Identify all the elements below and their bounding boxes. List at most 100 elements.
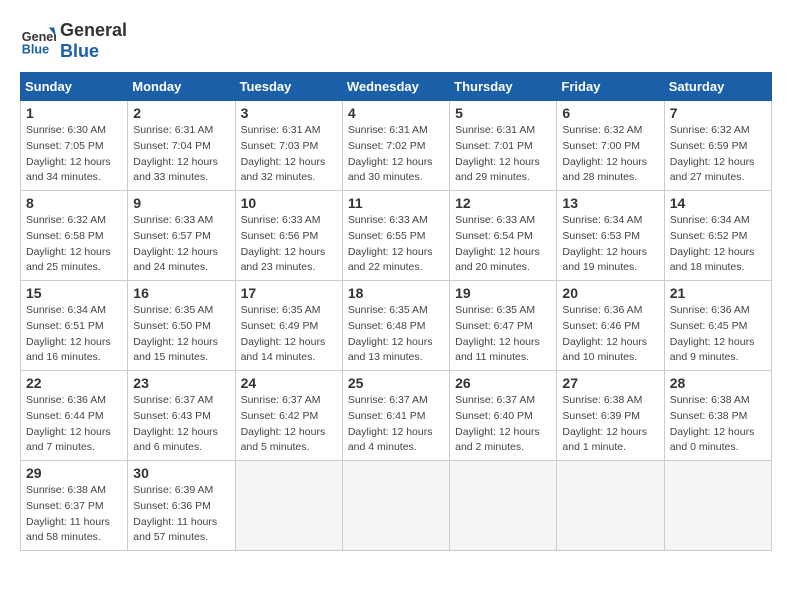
weekday-header-wednesday: Wednesday [342, 73, 449, 101]
day-number: 16 [133, 285, 229, 301]
day-number: 13 [562, 195, 658, 211]
day-info: Sunrise: 6:32 AMSunset: 6:59 PMDaylight:… [670, 124, 755, 183]
day-number: 7 [670, 105, 766, 121]
weekday-header-tuesday: Tuesday [235, 73, 342, 101]
day-number: 27 [562, 375, 658, 391]
day-info: Sunrise: 6:36 AMSunset: 6:46 PMDaylight:… [562, 304, 647, 363]
day-info: Sunrise: 6:34 AMSunset: 6:52 PMDaylight:… [670, 214, 755, 273]
calendar-day-4: 4 Sunrise: 6:31 AMSunset: 7:02 PMDayligh… [342, 101, 449, 191]
calendar-day-9: 9 Sunrise: 6:33 AMSunset: 6:57 PMDayligh… [128, 191, 235, 281]
day-number: 26 [455, 375, 551, 391]
weekday-header-sunday: Sunday [21, 73, 128, 101]
day-number: 21 [670, 285, 766, 301]
logo: General Blue General Blue [20, 20, 127, 62]
day-info: Sunrise: 6:35 AMSunset: 6:49 PMDaylight:… [241, 304, 326, 363]
day-info: Sunrise: 6:37 AMSunset: 6:43 PMDaylight:… [133, 394, 218, 453]
calendar-day-28: 28 Sunrise: 6:38 AMSunset: 6:38 PMDaylig… [664, 371, 771, 461]
calendar-day-6: 6 Sunrise: 6:32 AMSunset: 7:00 PMDayligh… [557, 101, 664, 191]
day-number: 2 [133, 105, 229, 121]
day-info: Sunrise: 6:32 AMSunset: 6:58 PMDaylight:… [26, 214, 111, 273]
svg-text:Blue: Blue [22, 43, 49, 57]
calendar-day-24: 24 Sunrise: 6:37 AMSunset: 6:42 PMDaylig… [235, 371, 342, 461]
day-info: Sunrise: 6:30 AMSunset: 7:05 PMDaylight:… [26, 124, 111, 183]
calendar-day-13: 13 Sunrise: 6:34 AMSunset: 6:53 PMDaylig… [557, 191, 664, 281]
empty-cell [235, 461, 342, 551]
calendar-day-10: 10 Sunrise: 6:33 AMSunset: 6:56 PMDaylig… [235, 191, 342, 281]
calendar-day-3: 3 Sunrise: 6:31 AMSunset: 7:03 PMDayligh… [235, 101, 342, 191]
logo-general: General [60, 20, 127, 41]
day-info: Sunrise: 6:39 AMSunset: 6:36 PMDaylight:… [133, 484, 217, 543]
day-number: 17 [241, 285, 337, 301]
day-number: 3 [241, 105, 337, 121]
calendar-day-26: 26 Sunrise: 6:37 AMSunset: 6:40 PMDaylig… [450, 371, 557, 461]
calendar-day-16: 16 Sunrise: 6:35 AMSunset: 6:50 PMDaylig… [128, 281, 235, 371]
calendar-day-8: 8 Sunrise: 6:32 AMSunset: 6:58 PMDayligh… [21, 191, 128, 281]
day-number: 10 [241, 195, 337, 211]
day-info: Sunrise: 6:33 AMSunset: 6:57 PMDaylight:… [133, 214, 218, 273]
day-number: 9 [133, 195, 229, 211]
calendar-day-2: 2 Sunrise: 6:31 AMSunset: 7:04 PMDayligh… [128, 101, 235, 191]
day-number: 15 [26, 285, 122, 301]
day-info: Sunrise: 6:35 AMSunset: 6:50 PMDaylight:… [133, 304, 218, 363]
calendar-day-20: 20 Sunrise: 6:36 AMSunset: 6:46 PMDaylig… [557, 281, 664, 371]
day-number: 19 [455, 285, 551, 301]
day-info: Sunrise: 6:34 AMSunset: 6:53 PMDaylight:… [562, 214, 647, 273]
day-info: Sunrise: 6:35 AMSunset: 6:47 PMDaylight:… [455, 304, 540, 363]
day-number: 24 [241, 375, 337, 391]
weekday-header-monday: Monday [128, 73, 235, 101]
logo-blue: Blue [60, 41, 127, 62]
calendar-day-23: 23 Sunrise: 6:37 AMSunset: 6:43 PMDaylig… [128, 371, 235, 461]
calendar-day-27: 27 Sunrise: 6:38 AMSunset: 6:39 PMDaylig… [557, 371, 664, 461]
day-number: 11 [348, 195, 444, 211]
day-number: 8 [26, 195, 122, 211]
day-number: 12 [455, 195, 551, 211]
calendar-day-29: 29 Sunrise: 6:38 AMSunset: 6:37 PMDaylig… [21, 461, 128, 551]
day-info: Sunrise: 6:38 AMSunset: 6:37 PMDaylight:… [26, 484, 110, 543]
day-info: Sunrise: 6:33 AMSunset: 6:56 PMDaylight:… [241, 214, 326, 273]
calendar-day-7: 7 Sunrise: 6:32 AMSunset: 6:59 PMDayligh… [664, 101, 771, 191]
day-info: Sunrise: 6:38 AMSunset: 6:38 PMDaylight:… [670, 394, 755, 453]
day-info: Sunrise: 6:37 AMSunset: 6:40 PMDaylight:… [455, 394, 540, 453]
day-number: 30 [133, 465, 229, 481]
day-info: Sunrise: 6:37 AMSunset: 6:41 PMDaylight:… [348, 394, 433, 453]
day-info: Sunrise: 6:31 AMSunset: 7:03 PMDaylight:… [241, 124, 326, 183]
day-info: Sunrise: 6:31 AMSunset: 7:04 PMDaylight:… [133, 124, 218, 183]
weekday-header-thursday: Thursday [450, 73, 557, 101]
calendar-day-12: 12 Sunrise: 6:33 AMSunset: 6:54 PMDaylig… [450, 191, 557, 281]
calendar-day-5: 5 Sunrise: 6:31 AMSunset: 7:01 PMDayligh… [450, 101, 557, 191]
day-number: 29 [26, 465, 122, 481]
calendar-day-14: 14 Sunrise: 6:34 AMSunset: 6:52 PMDaylig… [664, 191, 771, 281]
day-number: 25 [348, 375, 444, 391]
calendar-day-17: 17 Sunrise: 6:35 AMSunset: 6:49 PMDaylig… [235, 281, 342, 371]
empty-cell [342, 461, 449, 551]
calendar-day-1: 1 Sunrise: 6:30 AMSunset: 7:05 PMDayligh… [21, 101, 128, 191]
day-info: Sunrise: 6:33 AMSunset: 6:54 PMDaylight:… [455, 214, 540, 273]
day-number: 28 [670, 375, 766, 391]
day-info: Sunrise: 6:36 AMSunset: 6:44 PMDaylight:… [26, 394, 111, 453]
day-number: 1 [26, 105, 122, 121]
weekday-header-saturday: Saturday [664, 73, 771, 101]
day-info: Sunrise: 6:36 AMSunset: 6:45 PMDaylight:… [670, 304, 755, 363]
day-number: 14 [670, 195, 766, 211]
calendar-day-18: 18 Sunrise: 6:35 AMSunset: 6:48 PMDaylig… [342, 281, 449, 371]
empty-cell [557, 461, 664, 551]
day-info: Sunrise: 6:35 AMSunset: 6:48 PMDaylight:… [348, 304, 433, 363]
calendar-day-19: 19 Sunrise: 6:35 AMSunset: 6:47 PMDaylig… [450, 281, 557, 371]
calendar-day-30: 30 Sunrise: 6:39 AMSunset: 6:36 PMDaylig… [128, 461, 235, 551]
day-info: Sunrise: 6:31 AMSunset: 7:02 PMDaylight:… [348, 124, 433, 183]
calendar-day-25: 25 Sunrise: 6:37 AMSunset: 6:41 PMDaylig… [342, 371, 449, 461]
day-number: 5 [455, 105, 551, 121]
calendar-day-21: 21 Sunrise: 6:36 AMSunset: 6:45 PMDaylig… [664, 281, 771, 371]
day-number: 20 [562, 285, 658, 301]
calendar-day-15: 15 Sunrise: 6:34 AMSunset: 6:51 PMDaylig… [21, 281, 128, 371]
logo-icon: General Blue [20, 23, 56, 59]
weekday-header-friday: Friday [557, 73, 664, 101]
day-info: Sunrise: 6:32 AMSunset: 7:00 PMDaylight:… [562, 124, 647, 183]
day-number: 22 [26, 375, 122, 391]
day-info: Sunrise: 6:34 AMSunset: 6:51 PMDaylight:… [26, 304, 111, 363]
day-number: 4 [348, 105, 444, 121]
day-info: Sunrise: 6:38 AMSunset: 6:39 PMDaylight:… [562, 394, 647, 453]
empty-cell [450, 461, 557, 551]
calendar-day-22: 22 Sunrise: 6:36 AMSunset: 6:44 PMDaylig… [21, 371, 128, 461]
day-number: 6 [562, 105, 658, 121]
